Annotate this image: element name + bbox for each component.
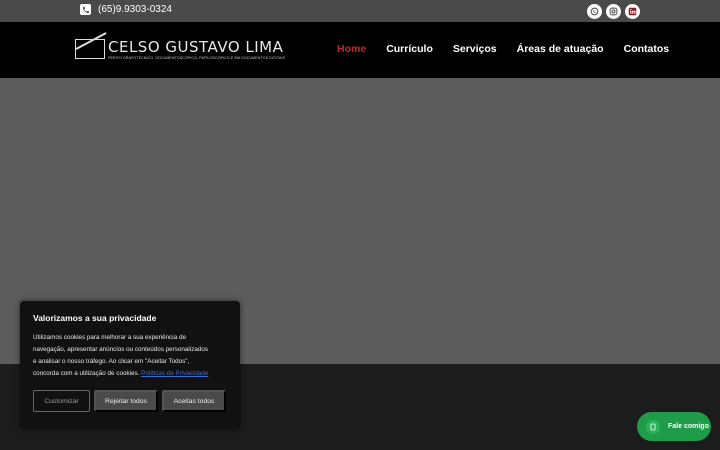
chat-label: Fale comigo [668, 423, 709, 430]
nav-item-home[interactable]: Home [337, 43, 366, 55]
phone-number: (65)9.9303-0324 [98, 4, 172, 15]
phone-contact[interactable]: (65)9.9303-0324 [80, 4, 172, 15]
privacy-policy-link[interactable]: Políticas de Privacidade [141, 370, 208, 377]
reject-all-button[interactable]: Rejeitar todos [94, 390, 158, 412]
top-bar: (65)9.9303-0324 [0, 0, 720, 22]
cookie-text: Utilizamos cookies para melhorar a sua e… [33, 332, 213, 380]
logo-subtitle: PERITO GRAFOTÉCNICO, DOCUMENTOSCÓPICO, P… [108, 56, 286, 60]
site-header: CELSO GUSTAVO LIMA PERITO GRAFOTÉCNICO, … [0, 22, 720, 78]
logo-mark-icon [75, 39, 105, 59]
instagram-icon[interactable] [606, 4, 621, 19]
whatsapp-icon[interactable] [587, 4, 602, 19]
main-nav: Home Currículo Serviços Áreas de atuação… [337, 43, 669, 55]
linkedin-icon[interactable] [625, 4, 640, 19]
nav-item-areas-de-atuacao[interactable]: Áreas de atuação [517, 43, 604, 55]
phone-icon [80, 4, 91, 15]
nav-item-curriculo[interactable]: Currículo [386, 43, 433, 55]
accept-all-button[interactable]: Aceitas todos [162, 390, 226, 412]
social-links [587, 4, 640, 19]
nav-item-contatos[interactable]: Contatos [624, 43, 670, 55]
chat-button[interactable]: Fale comigo [637, 412, 711, 441]
cookie-buttons: Customizar Rejeitar todos Aceitas todos [33, 390, 227, 412]
logo[interactable]: CELSO GUSTAVO LIMA PERITO GRAFOTÉCNICO, … [75, 39, 285, 60]
cookie-title: Valorizamos a sua privacidade [33, 313, 157, 323]
nav-item-servicos[interactable]: Serviços [453, 43, 497, 55]
whatsapp-chat-icon [646, 419, 660, 434]
cookie-consent-banner: Valorizamos a sua privacidade Utilizamos… [20, 301, 240, 429]
customize-button[interactable]: Customizar [33, 390, 90, 412]
logo-name: CELSO GUSTAVO LIMA [108, 38, 284, 56]
